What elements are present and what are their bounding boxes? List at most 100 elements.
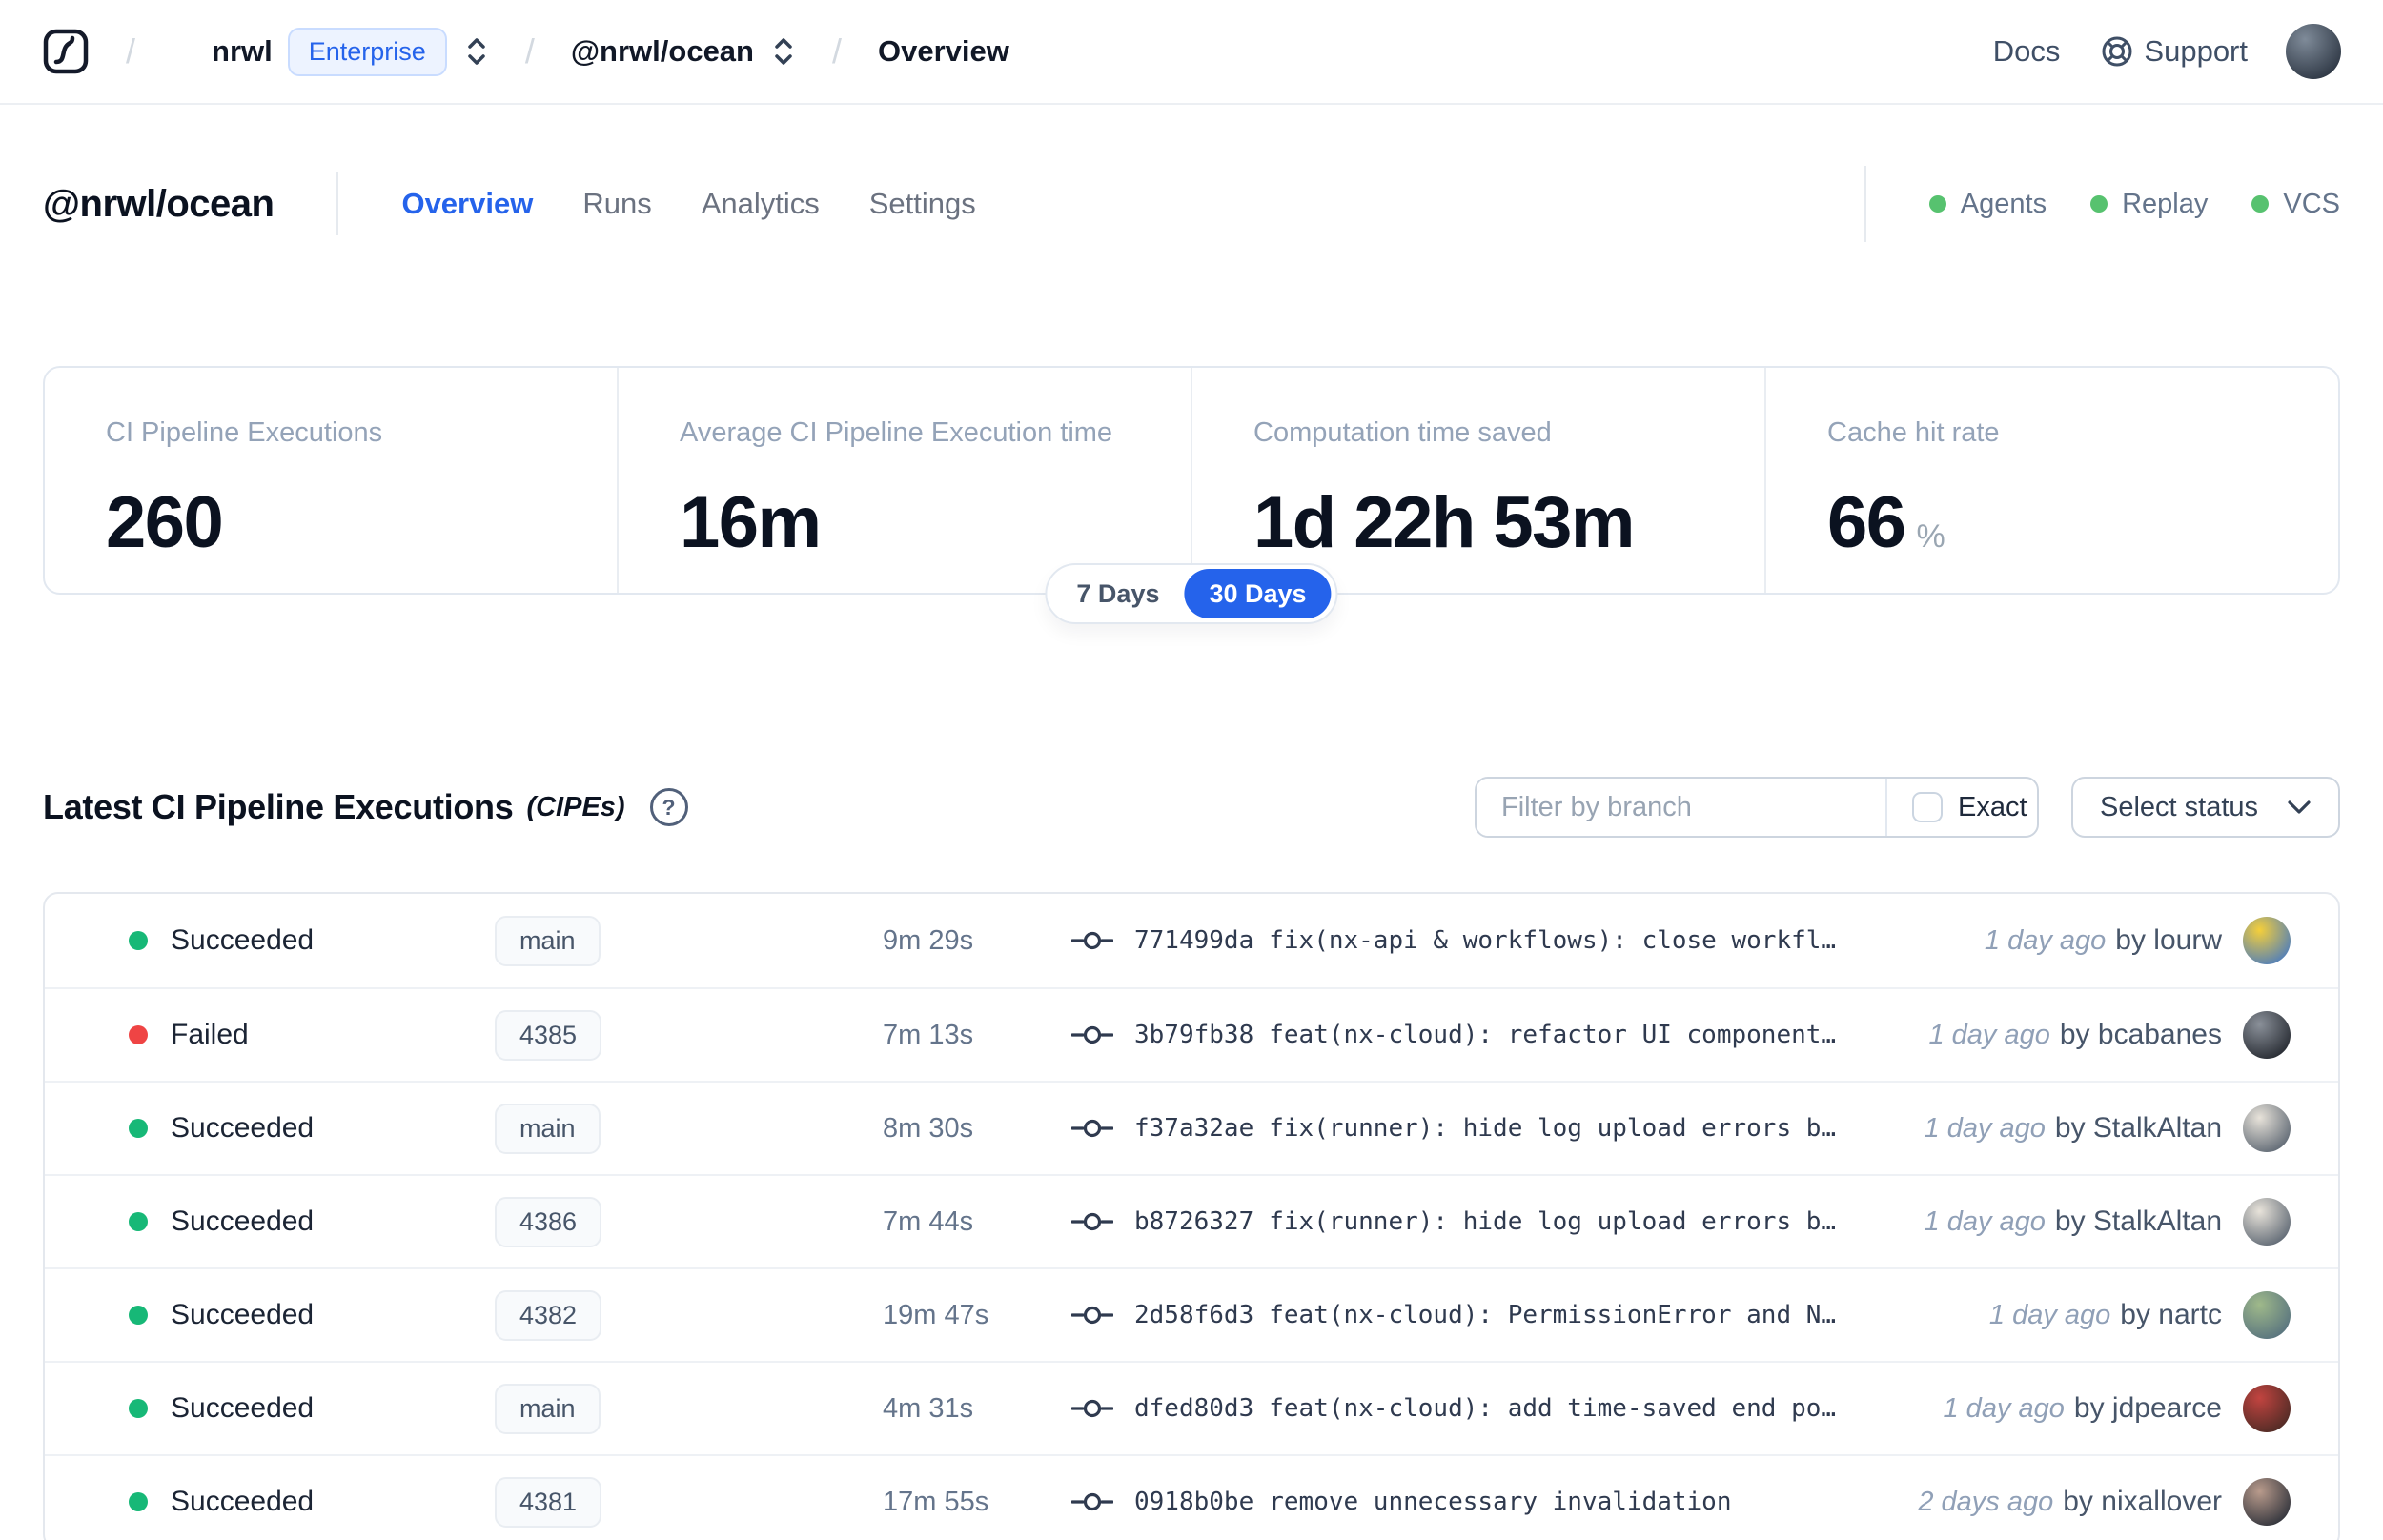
breadcrumb-page: Overview — [878, 34, 1009, 68]
avatar — [2243, 1291, 2291, 1339]
branch-badge[interactable]: main — [495, 1103, 601, 1154]
avatar — [2243, 1198, 2291, 1246]
service-vcs[interactable]: VCS — [2251, 189, 2340, 220]
stats-section: CI Pipeline Executions 260 Average CI Pi… — [43, 366, 2340, 624]
branch-badge[interactable]: 4382 — [495, 1289, 602, 1341]
commit-hash: f37a32ae — [1134, 1114, 1254, 1143]
exact-filter: Exact — [1885, 779, 2037, 836]
stat-card-average-execution-time: Average CI Pipeline Execution time 16m — [617, 368, 1191, 593]
table-row[interactable]: Succeeded main 4m 31s dfed80d3 feat(nx-c… — [45, 1361, 2338, 1454]
filters: Exact Select status — [1475, 777, 2340, 838]
docs-link[interactable]: Docs — [1993, 34, 2061, 69]
avatar — [2243, 917, 2291, 964]
author: by nixallover — [2063, 1486, 2222, 1517]
divider — [336, 172, 339, 235]
user-avatar[interactable] — [2286, 24, 2341, 79]
tab-analytics[interactable]: Analytics — [702, 187, 820, 221]
duration: 19m 47s — [883, 1299, 989, 1330]
stat-card-computation-time-saved: Computation time saved 1d 22h 53m — [1191, 368, 1764, 593]
commit-hash: dfed80d3 — [1134, 1394, 1254, 1423]
status-label: Succeeded — [171, 1206, 315, 1237]
period-7-days-button[interactable]: 7 Days — [1051, 569, 1184, 618]
status-label: Succeeded — [171, 1392, 315, 1424]
exact-checkbox[interactable] — [1912, 792, 1943, 822]
table-row[interactable]: Succeeded 4386 7m 44s b8726327 fix(runne… — [45, 1174, 2338, 1267]
git-commit-icon — [1071, 931, 1113, 950]
git-commit-icon — [1071, 1492, 1113, 1511]
branch-badge[interactable]: main — [495, 915, 601, 966]
avatar — [2243, 1478, 2291, 1526]
git-commit-icon — [1071, 1306, 1113, 1325]
branch-badge[interactable]: 4386 — [495, 1196, 602, 1247]
stat-value: 66 — [1827, 482, 1906, 563]
branch-badge[interactable]: 4381 — [495, 1476, 602, 1528]
status-dot — [129, 1025, 148, 1044]
section-title-suffix: (CIPEs) — [526, 791, 625, 822]
nx-cloud-logo[interactable] — [42, 28, 90, 75]
commit-hash: 2d58f6d3 — [1134, 1301, 1254, 1329]
stat-unit: % — [1916, 518, 1945, 555]
time-ago: 1 day ago — [1988, 1299, 2111, 1330]
stat-value: 260 — [106, 482, 224, 563]
service-agents[interactable]: Agents — [1928, 189, 2047, 220]
time-ago: 1 day ago — [1943, 1392, 2065, 1424]
breadcrumb-separator: / — [126, 31, 136, 71]
author: by jdpearce — [2073, 1392, 2222, 1424]
git-commit-icon — [1071, 1025, 1113, 1044]
status-dot — [129, 1399, 148, 1418]
git-commit-icon — [1071, 1399, 1113, 1418]
table-row[interactable]: Succeeded main 8m 30s f37a32ae fix(runne… — [45, 1081, 2338, 1174]
service-replay[interactable]: Replay — [2090, 189, 2208, 220]
status-dot-green — [1928, 195, 1946, 213]
stat-label: Average CI Pipeline Execution time — [680, 417, 1113, 448]
stat-card-cache-hit-rate: Cache hit rate 66 % — [1764, 368, 2338, 593]
exact-label[interactable]: Exact — [1958, 792, 2027, 823]
table-row[interactable]: Succeeded main 9m 29s 771499da fix(nx-ap… — [45, 894, 2338, 987]
support-link[interactable]: Support — [2100, 34, 2248, 69]
avatar — [2243, 1011, 2291, 1059]
chevron-down-icon — [2288, 800, 2311, 814]
duration: 17m 55s — [883, 1486, 989, 1517]
breadcrumb-org[interactable]: nrwl — [212, 34, 273, 69]
commit-message: feat(nx-cloud): PermissionError and N… — [1269, 1301, 1837, 1329]
stat-label: CI Pipeline Executions — [106, 417, 383, 448]
commit-hash: 3b79fb38 — [1134, 1021, 1254, 1049]
branch-badge[interactable]: main — [495, 1383, 601, 1434]
commit-message: feat(nx-cloud): refactor UI component… — [1269, 1021, 1837, 1049]
stat-value: 1d 22h 53m — [1253, 482, 1636, 563]
commit-message: fix(nx-api & workflows): close workfl… — [1269, 926, 1837, 955]
author: by lourw — [2115, 924, 2222, 956]
author: by StalkAltan — [2054, 1206, 2222, 1237]
status-label: Succeeded — [171, 1299, 315, 1330]
branch-badge[interactable]: 4385 — [495, 1009, 602, 1061]
status-dot — [129, 1212, 148, 1231]
org-selector-chevrons-icon[interactable] — [464, 35, 489, 68]
branch-filter-group: Exact — [1475, 777, 2039, 838]
workspace-selector-chevrons-icon[interactable] — [771, 35, 796, 68]
git-commit-icon — [1071, 1119, 1113, 1138]
breadcrumb-separator: / — [832, 31, 843, 71]
avatar — [2243, 1104, 2291, 1152]
breadcrumb-workspace[interactable]: @nrwl/ocean — [571, 34, 754, 69]
tab-settings[interactable]: Settings — [869, 187, 976, 221]
tab-overview[interactable]: Overview — [401, 187, 533, 221]
workspace-title: @nrwl/ocean — [43, 182, 275, 225]
period-30-days-button[interactable]: 30 Days — [1184, 569, 1332, 618]
section-title: Latest CI Pipeline Executions — [43, 787, 514, 826]
tab-runs[interactable]: Runs — [582, 187, 651, 221]
author: by StalkAltan — [2054, 1112, 2222, 1144]
divider — [1864, 166, 1866, 242]
branch-filter-input[interactable] — [1477, 779, 1885, 836]
help-icon[interactable]: ? — [649, 788, 688, 826]
author: by nartc — [2120, 1299, 2222, 1330]
table-row[interactable]: Failed 4385 7m 13s 3b79fb38 feat(nx-clou… — [45, 987, 2338, 1081]
status-label: Succeeded — [171, 1486, 315, 1517]
status-select-dropdown[interactable]: Select status — [2071, 777, 2340, 838]
git-commit-icon — [1071, 1212, 1113, 1231]
commit-hash: 0918b0be — [1134, 1488, 1254, 1516]
breadcrumb-separator: / — [524, 31, 535, 71]
stat-value: 16m — [680, 482, 822, 563]
table-row[interactable]: Succeeded 4382 19m 47s 2d58f6d3 feat(nx-… — [45, 1267, 2338, 1361]
status-label: Failed — [171, 1019, 249, 1050]
table-row[interactable]: Succeeded 4381 17m 55s 0918b0be remove u… — [45, 1454, 2338, 1540]
